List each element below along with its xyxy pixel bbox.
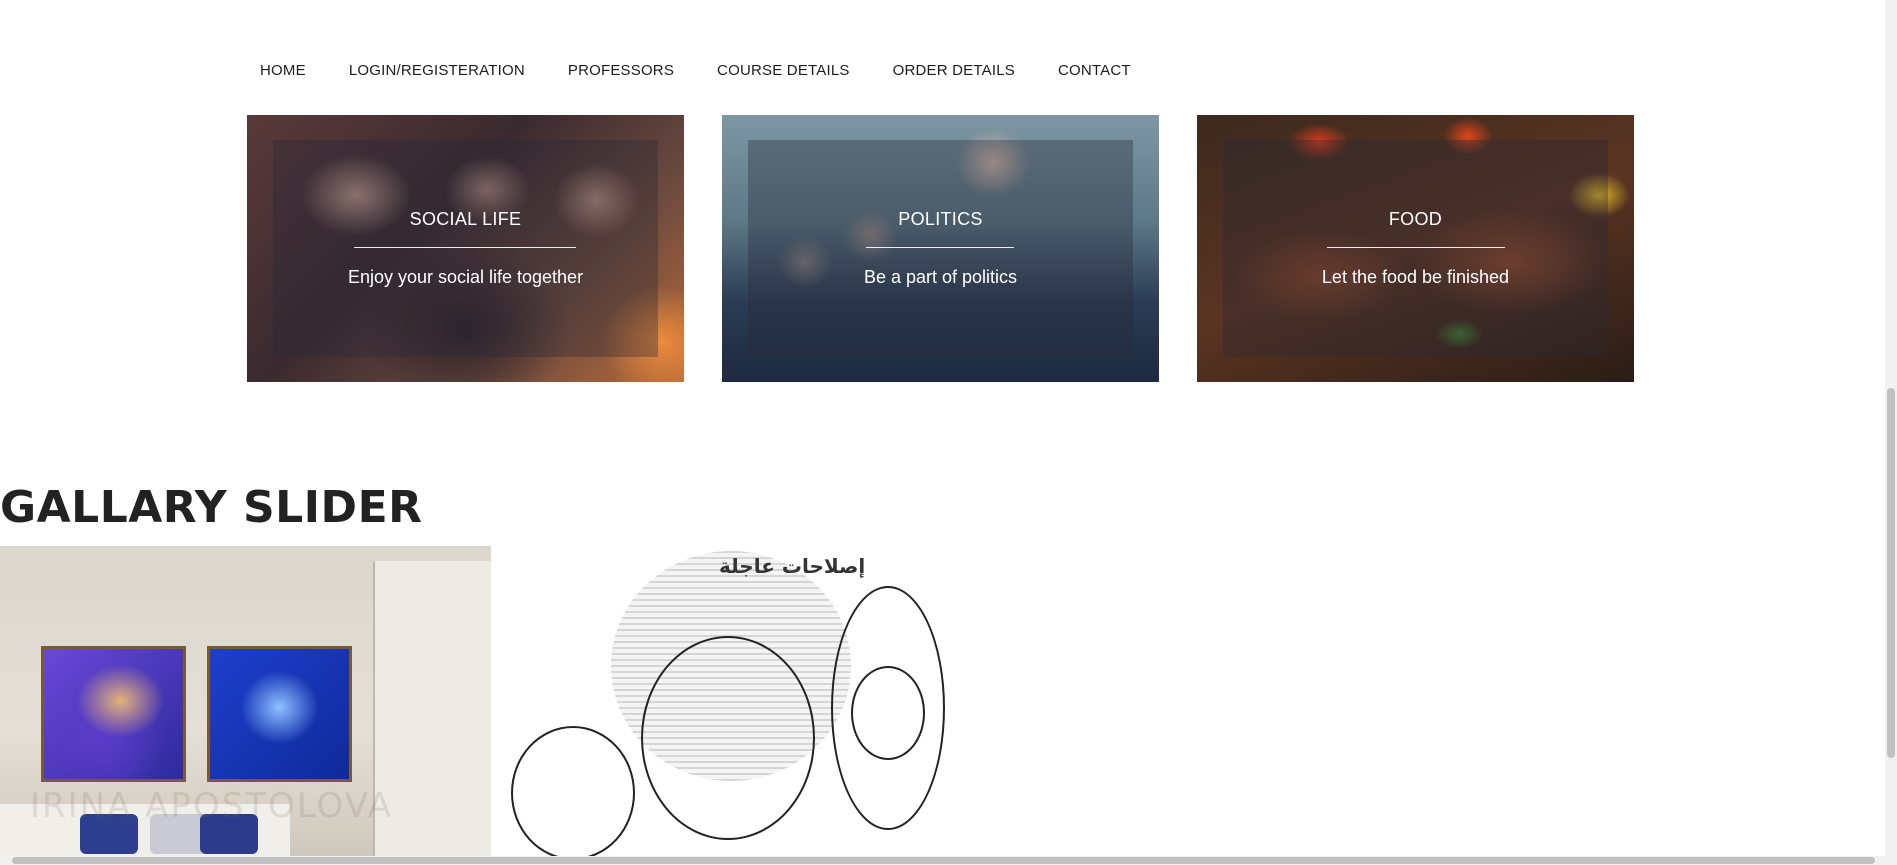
card-title: FOOD — [1388, 209, 1443, 229]
nav-order-details-link[interactable]: ORDER DETAILS — [880, 56, 1028, 85]
drawing-hair-swirl — [511, 726, 635, 856]
horizontal-scrollbar-thumb[interactable] — [12, 857, 1875, 864]
nav-course-details-link[interactable]: COURSE DETAILS — [704, 56, 863, 85]
card-overlay — [1223, 140, 1608, 357]
card-food[interactable]: FOOD Let the food be finished — [1197, 115, 1634, 382]
card-title: POLITICS — [898, 209, 983, 229]
gallery-slide-interior-art[interactable]: IRINA APOSTOLOVA — [0, 546, 491, 856]
card-divider — [1327, 247, 1505, 248]
card-subtitle: Be a part of politics — [863, 267, 1018, 287]
newspaper-headline: إصلاحات عاجلة — [719, 554, 866, 578]
nav-login-registration-link[interactable]: LOGIN/REGISTERATION — [336, 56, 538, 85]
card-subtitle: Let the food be finished — [1321, 267, 1510, 287]
painting-purple — [41, 646, 186, 782]
vertical-scrollbar-thumb[interactable] — [1887, 388, 1895, 758]
card-divider — [354, 247, 576, 248]
nav-contact-link[interactable]: CONTACT — [1045, 56, 1144, 85]
card-divider — [866, 247, 1014, 248]
card-subtitle: Enjoy your social life together — [347, 267, 584, 287]
card-title: SOCIAL LIFE — [409, 209, 522, 229]
gallery-title: GALLARY SLIDER — [0, 482, 423, 533]
nav-professors-link[interactable]: PROFESSORS — [555, 56, 687, 85]
slide-watermark: IRINA APOSTOLOVA — [30, 786, 394, 826]
card-social-life[interactable]: SOCIAL LIFE Enjoy your social life toget… — [247, 115, 684, 382]
card-overlay — [273, 140, 658, 357]
horizontal-scrollbar[interactable] — [0, 856, 1897, 865]
card-politics[interactable]: POLITICS Be a part of politics — [722, 115, 1159, 382]
nav-home-link[interactable]: HOME — [247, 56, 319, 85]
vertical-scrollbar[interactable] — [1885, 0, 1897, 856]
top-navigation: HOME LOGIN/REGISTERATION PROFESSORS COUR… — [247, 56, 1144, 85]
painting-blue — [207, 646, 352, 782]
drawing-hand — [851, 666, 925, 760]
card-overlay — [748, 140, 1133, 357]
drawing-face-outline — [641, 636, 815, 840]
gallery-slide-ink-drawing[interactable]: إصلاحات عاجلة — [491, 546, 991, 856]
